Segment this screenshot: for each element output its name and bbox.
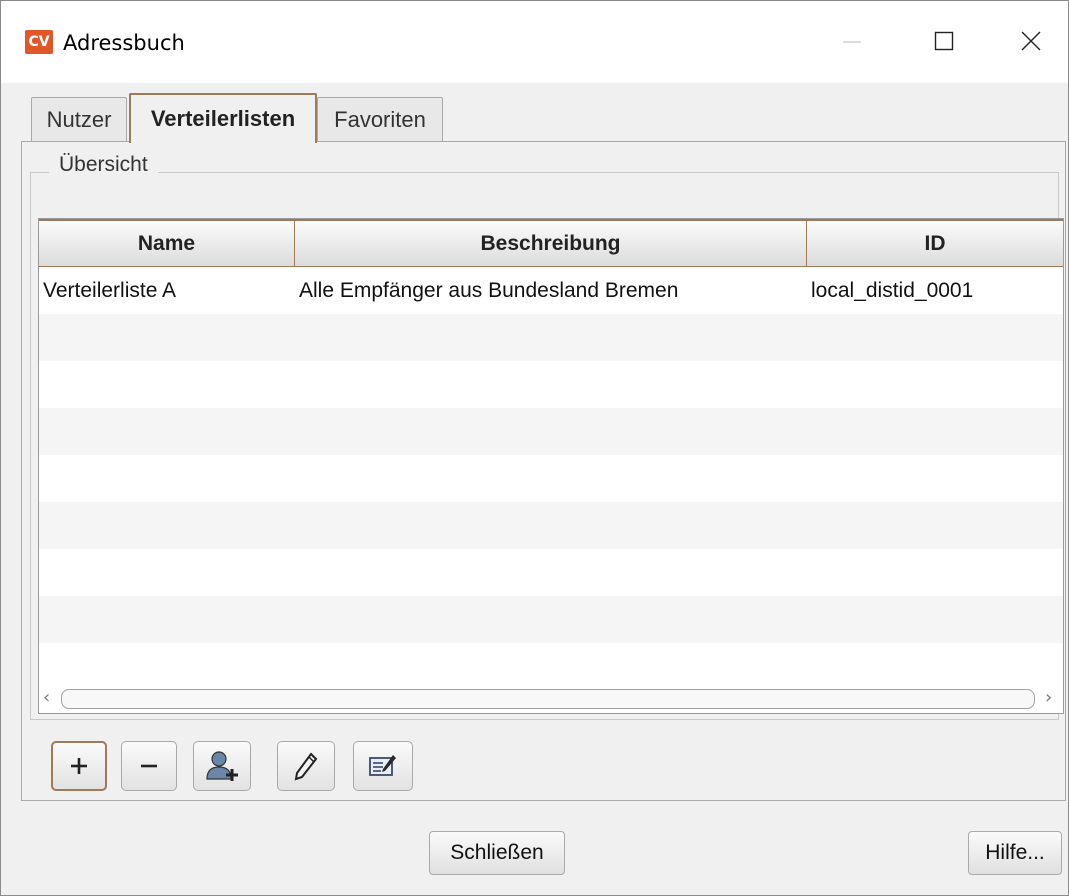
minimize-button[interactable] — [829, 23, 875, 61]
minimize-icon — [843, 41, 861, 43]
maximize-button[interactable] — [921, 23, 967, 61]
plus-icon — [71, 758, 87, 774]
scroll-right-icon[interactable]: › — [1045, 687, 1052, 708]
scroll-left-icon[interactable]: ‹ — [43, 687, 50, 708]
window-title: Adressbuch — [63, 31, 185, 55]
scrollbar-thumb[interactable] — [61, 689, 1035, 709]
empty-row — [39, 643, 1063, 685]
cell-description: Alle Empfänger aus Bundesland Bremen — [299, 279, 679, 302]
pencil-icon — [294, 752, 318, 781]
distribution-list-table[interactable]: Name Beschreibung ID Verteilerliste A Al… — [38, 218, 1064, 714]
maximize-icon — [934, 31, 954, 51]
column-header-name[interactable]: Name — [39, 221, 295, 267]
edit-list-icon — [369, 755, 396, 776]
close-icon — [1021, 31, 1041, 51]
empty-row — [39, 596, 1063, 643]
empty-row — [39, 502, 1063, 549]
cell-id: local_distid_0001 — [811, 279, 974, 302]
add-list-button[interactable] — [51, 741, 107, 791]
table-row[interactable]: Verteilerliste A Alle Empfänger aus Bund… — [39, 267, 1063, 314]
title-bar[interactable]: CV Adressbuch — [1, 1, 1068, 83]
add-member-button[interactable] — [193, 741, 251, 791]
empty-row — [39, 314, 1063, 361]
close-window-button[interactable] — [1007, 23, 1053, 61]
edit-members-button[interactable] — [353, 741, 413, 791]
table-header: Name Beschreibung ID — [39, 219, 1063, 267]
group-title: Übersicht — [49, 153, 158, 177]
help-button[interactable]: Hilfe... — [968, 831, 1062, 875]
empty-row — [39, 408, 1063, 455]
minus-icon — [141, 764, 157, 768]
edit-list-button[interactable] — [277, 741, 335, 791]
empty-row — [39, 455, 1063, 502]
address-book-window: CV Adressbuch Nutzer Verteilerlisten Fav… — [0, 0, 1069, 896]
close-button[interactable]: Schließen — [429, 831, 565, 875]
tab-verteilerlisten[interactable]: Verteilerlisten — [129, 93, 317, 143]
tab-nutzer[interactable]: Nutzer — [31, 97, 127, 141]
tab-favoriten[interactable]: Favoriten — [317, 97, 443, 141]
horizontal-scrollbar[interactable]: ‹ › — [39, 685, 1063, 713]
empty-row — [39, 549, 1063, 596]
column-header-description[interactable]: Beschreibung — [295, 221, 807, 267]
app-logo-icon: CV — [25, 30, 53, 54]
cell-name: Verteilerliste A — [43, 279, 177, 302]
add-user-icon — [206, 751, 238, 781]
remove-list-button[interactable] — [121, 741, 177, 791]
column-header-id[interactable]: ID — [807, 221, 1063, 267]
empty-row — [39, 361, 1063, 408]
tab-panel: Übersicht Name Beschreibung ID Verteiler… — [21, 141, 1066, 801]
